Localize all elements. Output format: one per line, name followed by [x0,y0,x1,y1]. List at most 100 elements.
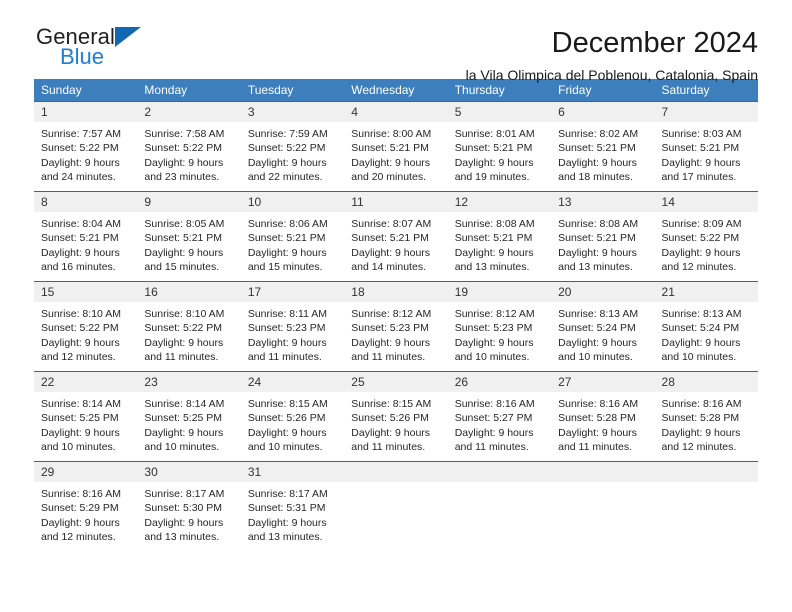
calendar-page: General Blue December 2024 la Vila Olimp… [0,0,792,612]
calendar-day-cell[interactable]: 18 Sunrise: 8:12 AM Sunset: 5:23 PM Dayligh… [344,281,448,372]
day-number: 14 [654,192,758,212]
day-details: Sunrise: 8:03 AM Sunset: 5:21 PM Daylight:… [655,122,758,184]
day-number: 28 [654,372,758,392]
calendar-day-cell[interactable]: 23 Sunrise: 8:14 AM Sunset: 5:25 PM Dayligh… [137,371,241,462]
sunrise-text: Sunrise: 8:13 AM [661,308,742,320]
daylight-text-line2: and 15 minutes. [144,260,220,273]
calendar-day-cell[interactable]: 10 Sunrise: 8:06 AM Sunset: 5:21 PM Dayligh… [240,191,345,282]
triangle-logo-icon [114,27,141,47]
daylight-text-line2: and 14 minutes. [351,260,426,273]
sunset-text: Sunset: 5:25 PM [41,412,119,425]
calendar-week-row: 8 Sunrise: 8:04 AM Sunset: 5:21 PM Daylight… [34,191,758,282]
daylight-text-line1: Daylight: 9 hours [144,516,224,529]
sunset-text: Sunset: 5:24 PM [558,322,636,335]
sunset-text: Sunset: 5:21 PM [454,232,533,245]
calendar-day-cell[interactable]: 31 Sunrise: 8:17 AM Sunset: 5:31 PM Dayligh… [240,461,345,552]
sunset-text: Sunset: 5:21 PM [351,142,429,155]
calendar-day-cell[interactable]: 14 Sunrise: 8:09 AM Sunset: 5:22 PM Dayligh… [654,191,758,282]
day-details: Sunrise: 7:58 AM Sunset: 5:22 PM Daylight:… [137,122,240,184]
calendar-day-cell-empty [551,461,655,552]
daylight-text-line1: Daylight: 9 hours [247,426,327,439]
daylight-text-line2: and 11 minutes. [351,350,426,363]
daylight-text-line1: Daylight: 9 hours [661,246,741,259]
calendar-day-cell[interactable]: 27 Sunrise: 8:16 AM Sunset: 5:28 PM Dayligh… [551,371,655,462]
calendar-day-cell[interactable]: 29 Sunrise: 8:16 AM Sunset: 5:29 PM Dayligh… [34,461,138,552]
day-details: Sunrise: 8:16 AM Sunset: 5:28 PM Daylight:… [655,392,758,454]
daylight-text-line2: and 13 minutes. [247,530,323,543]
calendar-day-cell[interactable]: 19 Sunrise: 8:12 AM Sunset: 5:23 PM Dayligh… [447,281,552,372]
calendar-day-cell[interactable]: 5 Sunrise: 8:01 AM Sunset: 5:21 PM Daylight… [447,101,552,192]
day-details: Sunrise: 8:16 AM Sunset: 5:27 PM Daylight:… [448,392,551,454]
calendar-day-cell[interactable]: 25 Sunrise: 8:15 AM Sunset: 5:26 PM Dayligh… [344,371,448,462]
sunrise-text: Sunrise: 8:15 AM [247,398,328,410]
day-number: 1 [34,102,138,122]
daylight-text-line2: and 10 minutes. [144,440,220,453]
day-details: Sunrise: 8:10 AM Sunset: 5:22 PM Daylight:… [34,302,137,364]
sunrise-text: Sunrise: 8:14 AM [41,398,121,410]
weekday-header-sunday: Sunday [34,79,138,102]
sunset-text: Sunset: 5:21 PM [247,232,326,245]
calendar-day-cell[interactable]: 22 Sunrise: 8:14 AM Sunset: 5:25 PM Dayligh… [34,371,138,462]
calendar-day-cell-empty [654,461,758,552]
daylight-text-line1: Daylight: 9 hours [41,516,120,529]
sunset-text: Sunset: 5:22 PM [144,322,223,335]
daylight-text-line1: Daylight: 9 hours [247,516,327,529]
daylight-text-line1: Daylight: 9 hours [558,336,637,349]
day-number: 22 [34,372,138,392]
daylight-text-line1: Daylight: 9 hours [144,426,224,439]
day-number: 6 [551,102,655,122]
page-title: December 2024 [551,27,758,59]
day-number: 27 [551,372,655,392]
calendar-day-cell[interactable]: 21 Sunrise: 8:13 AM Sunset: 5:24 PM Dayligh… [654,281,758,372]
sunrise-sunset-calendar: Sunday Monday Tuesday Wednesday Thursday Frid… [34,79,758,552]
day-details: Sunrise: 8:02 AM Sunset: 5:21 PM Daylight:… [551,122,654,184]
calendar-day-cell[interactable]: 4 Sunrise: 8:00 AM Sunset: 5:21 PM Daylight… [344,101,448,192]
calendar-day-cell[interactable]: 15 Sunrise: 8:10 AM Sunset: 5:22 PM Dayligh… [34,281,138,372]
day-number: 19 [447,282,552,302]
sunset-text: Sunset: 5:23 PM [351,322,429,335]
sunset-text: Sunset: 5:31 PM [247,502,326,515]
calendar-day-cell[interactable]: 11 Sunrise: 8:07 AM Sunset: 5:21 PM Dayligh… [344,191,448,282]
calendar-day-cell[interactable]: 26 Sunrise: 8:16 AM Sunset: 5:27 PM Dayligh… [447,371,552,462]
sunrise-text: Sunrise: 8:16 AM [454,398,535,410]
calendar-day-cell[interactable]: 12 Sunrise: 8:08 AM Sunset: 5:21 PM Dayligh… [447,191,552,282]
day-number: 29 [34,462,138,482]
day-details: Sunrise: 8:09 AM Sunset: 5:22 PM Daylight:… [655,212,758,274]
calendar-day-cell[interactable]: 16 Sunrise: 8:10 AM Sunset: 5:22 PM Dayligh… [137,281,241,372]
sunrise-text: Sunrise: 8:10 AM [41,308,121,320]
sunset-text: Sunset: 5:22 PM [247,142,326,155]
calendar-day-cell[interactable]: 28 Sunrise: 8:16 AM Sunset: 5:28 PM Dayligh… [654,371,758,462]
calendar-day-cell[interactable]: 9 Sunrise: 8:05 AM Sunset: 5:21 PM Daylight… [137,191,241,282]
calendar-day-cell[interactable]: 20 Sunrise: 8:13 AM Sunset: 5:24 PM Dayligh… [551,281,655,372]
calendar-day-cell[interactable]: 17 Sunrise: 8:11 AM Sunset: 5:23 PM Dayligh… [240,281,345,372]
weekday-header-tuesday: Tuesday [240,79,345,102]
day-number: 13 [551,192,655,212]
day-number: 10 [240,192,345,212]
sunrise-text: Sunrise: 7:57 AM [41,128,121,140]
sunrise-text: Sunrise: 8:16 AM [558,398,639,410]
calendar-day-cell[interactable]: 13 Sunrise: 8:08 AM Sunset: 5:21 PM Dayligh… [551,191,655,282]
daylight-text-line2: and 11 minutes. [247,350,322,363]
page-header: General Blue December 2024 la Vila Olimp… [34,0,758,84]
sunrise-text: Sunrise: 8:00 AM [351,128,432,140]
sunset-text: Sunset: 5:29 PM [41,502,119,515]
sunrise-text: Sunrise: 8:05 AM [144,218,225,230]
calendar-day-cell[interactable]: 6 Sunrise: 8:02 AM Sunset: 5:21 PM Daylight… [551,101,655,192]
calendar-day-cell[interactable]: 1 Sunrise: 7:57 AM Sunset: 5:22 PM Daylight… [34,101,138,192]
day-number: 7 [654,102,758,122]
calendar-day-cell[interactable]: 8 Sunrise: 8:04 AM Sunset: 5:21 PM Daylight… [34,191,138,282]
day-number: 3 [240,102,345,122]
calendar-day-cell[interactable]: 3 Sunrise: 7:59 AM Sunset: 5:22 PM Daylight… [240,101,345,192]
day-number: 26 [447,372,552,392]
brand-logo[interactable]: General Blue [34,26,141,68]
calendar-day-cell[interactable]: 7 Sunrise: 8:03 AM Sunset: 5:21 PM Daylight… [654,101,758,192]
day-details: Sunrise: 7:57 AM Sunset: 5:22 PM Daylight:… [34,122,137,184]
sunrise-text: Sunrise: 8:17 AM [247,488,328,500]
sunrise-text: Sunrise: 8:09 AM [661,218,742,230]
calendar-day-cell[interactable]: 2 Sunrise: 7:58 AM Sunset: 5:22 PM Daylight… [137,101,241,192]
calendar-day-cell[interactable]: 24 Sunrise: 8:15 AM Sunset: 5:26 PM Dayligh… [240,371,345,462]
daylight-text-line2: and 22 minutes. [247,170,323,183]
calendar-day-cell[interactable]: 30 Sunrise: 8:17 AM Sunset: 5:30 PM Dayligh… [137,461,241,552]
sunset-text: Sunset: 5:30 PM [144,502,223,515]
day-details: Sunrise: 8:01 AM Sunset: 5:21 PM Daylight:… [448,122,551,184]
